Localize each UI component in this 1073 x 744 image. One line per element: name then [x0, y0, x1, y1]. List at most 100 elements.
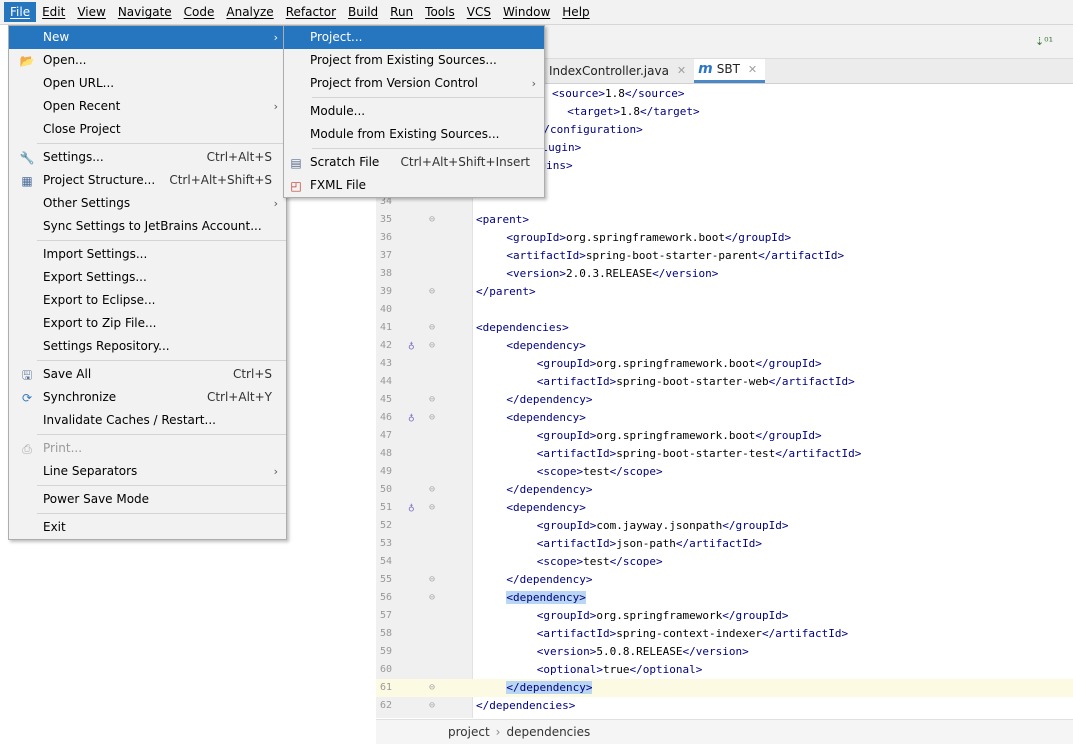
menu-item-exit[interactable]: Exit [9, 516, 286, 539]
folder-icon: 📂 [19, 54, 35, 68]
line-number: 41 [380, 322, 393, 333]
menu-item-line-separators[interactable]: Line Separators › [9, 460, 286, 483]
menu-refactor[interactable]: Refactor [280, 2, 342, 22]
menu-item-module-from-existing-sources[interactable]: Module from Existing Sources... [284, 123, 544, 146]
line-number: 39 [380, 286, 393, 297]
code-text: </parent> [476, 285, 536, 298]
menu-item-fxml-file[interactable]: ◰ FXML File [284, 174, 544, 197]
menu-separator [312, 97, 544, 98]
menu-item-other-settings[interactable]: Other Settings › [9, 192, 286, 215]
line-number: 49 [380, 466, 393, 477]
menu-item-open-recent[interactable]: Open Recent › [9, 95, 286, 118]
maven-icon: m [698, 61, 713, 77]
menu-item-settings[interactable]: 🔧 Settings... Ctrl+Alt+S [9, 146, 286, 169]
menu-separator [37, 360, 286, 361]
menu-code[interactable]: Code [178, 2, 221, 22]
menu-item-synchronize[interactable]: ⟳ Synchronize Ctrl+Alt+Y [9, 386, 286, 409]
menu-item-open[interactable]: 📂 Open... [9, 49, 286, 72]
code-text: <dependency> [506, 339, 586, 352]
code-line: 61 ⊖ </dependency> [376, 679, 1073, 697]
menu-item-new[interactable]: New › [9, 26, 286, 49]
code-line: 55 ⊖ </dependency> [376, 571, 1073, 589]
fold-icon[interactable]: ⊖ [429, 409, 435, 427]
menu-file[interactable]: File [4, 2, 37, 22]
line-number: 60 [380, 664, 393, 675]
menu-item-project-structure[interactable]: ▦ Project Structure... Ctrl+Alt+Shift+S [9, 169, 286, 192]
menu-item-open-url[interactable]: Open URL... [9, 72, 286, 95]
menu-help[interactable]: Help [556, 2, 595, 22]
menu-item-label: Save All [43, 367, 92, 381]
menu-item-label: Export to Eclipse... [43, 293, 156, 307]
menu-item-settings-repository[interactable]: Settings Repository... [9, 335, 286, 358]
menu-item-module[interactable]: Module... [284, 100, 544, 123]
line-number: 59 [380, 646, 393, 657]
fold-icon[interactable]: ⊖ [429, 481, 435, 499]
menu-navigate[interactable]: Navigate [112, 2, 178, 22]
line-number: 44 [380, 376, 393, 387]
menu-tools[interactable]: Tools [419, 2, 461, 22]
chevron-right-icon: › [273, 465, 278, 478]
menu-window[interactable]: Window [497, 2, 556, 22]
menu-view[interactable]: View [71, 2, 111, 22]
code-text: </dependency> [506, 483, 593, 496]
menu-shortcut: Ctrl+Alt+Y [206, 390, 272, 404]
menu-item-export-to-zip-file[interactable]: Export to Zip File... [9, 312, 286, 335]
code-text: </dependency> [506, 573, 593, 586]
menu-item-project[interactable]: Project... [284, 26, 544, 49]
menu-item-export-settings[interactable]: Export Settings... [9, 266, 286, 289]
menu-item-invalidate-caches-restart[interactable]: Invalidate Caches / Restart... [9, 409, 286, 432]
code-line: 53 <artifactId>json-path</artifactId> [376, 535, 1073, 553]
menu-item-label: Scratch File [310, 155, 380, 169]
menu-bar: File Edit View Navigate Code Analyze Refactor B… [0, 0, 1073, 25]
menu-item-label: Project from Existing Sources... [310, 53, 497, 67]
menu-item-sync-settings-to-jetbrains-account[interactable]: Sync Settings to JetBrains Account... [9, 215, 286, 238]
fold-icon[interactable]: ⊖ [429, 211, 435, 229]
dependency-gutter-icon[interactable]: ♁ [408, 499, 415, 517]
menu-item-save-all[interactable]: 🖫 Save All Ctrl+S [9, 363, 286, 386]
sort-icon[interactable]: ⇣⁰¹ [1035, 35, 1053, 48]
fold-icon[interactable]: ⊖ [429, 283, 435, 301]
code-text: <scope>test</scope> [536, 465, 663, 478]
menu-item-import-settings[interactable]: Import Settings... [9, 243, 286, 266]
fold-icon[interactable]: ⊖ [429, 697, 435, 715]
code-line: 43 <groupId>org.springframework.boot</gro… [376, 355, 1073, 373]
dependency-gutter-icon[interactable]: ♁ [408, 409, 415, 427]
menu-item-export-to-eclipse[interactable]: Export to Eclipse... [9, 289, 286, 312]
code-line: 50 ⊖ </dependency> [376, 481, 1073, 499]
menu-item-label: Project Structure... [43, 173, 156, 187]
menu-run[interactable]: Run [384, 2, 419, 22]
code-line: 39 ⊖ </parent> [376, 283, 1073, 301]
breadcrumb-item-dependencies[interactable]: dependencies [506, 725, 590, 739]
tab-indexcontroller-java[interactable]: IndexController.java ✕ [545, 59, 694, 83]
toolbar: ⇣⁰¹ [545, 25, 1073, 59]
fold-icon[interactable]: ⊖ [429, 337, 435, 355]
fold-icon[interactable]: ⊖ [429, 571, 435, 589]
fold-icon[interactable]: ⊖ [429, 499, 435, 517]
menu-item-scratch-file[interactable]: ▤ Scratch File Ctrl+Alt+Shift+Insert [284, 151, 544, 174]
fold-icon[interactable]: ⊖ [429, 679, 435, 697]
code-line: 35 ⊖ <parent> [376, 211, 1073, 229]
menu-edit[interactable]: Edit [36, 2, 71, 22]
fold-icon[interactable]: ⊖ [429, 589, 435, 607]
menu-item-project-from-version-control[interactable]: Project from Version Control › [284, 72, 544, 95]
menu-item-power-save-mode[interactable]: Power Save Mode [9, 488, 286, 511]
close-icon[interactable]: ✕ [677, 59, 686, 83]
menu-vcs[interactable]: VCS [461, 2, 497, 22]
menu-analyze[interactable]: Analyze [220, 2, 279, 22]
line-number: 42 [380, 340, 393, 351]
close-icon[interactable]: ✕ [748, 59, 757, 80]
fold-icon[interactable]: ⊖ [429, 319, 435, 337]
menu-separator [37, 240, 286, 241]
tab-sbt[interactable]: m SBT ✕ [694, 59, 766, 83]
code-line: 38 <version>2.0.3.RELEASE</version> [376, 265, 1073, 283]
breadcrumb-item-project[interactable]: project [448, 725, 490, 739]
dependency-gutter-icon[interactable]: ♁ [408, 337, 415, 355]
code-line: 56 ⊖ <dependency> [376, 589, 1073, 607]
menu-build[interactable]: Build [342, 2, 384, 22]
code-text: <groupId>org.springframework.boot</group… [536, 429, 822, 442]
menu-item-project-from-existing-sources[interactable]: Project from Existing Sources... [284, 49, 544, 72]
fold-icon[interactable]: ⊖ [429, 391, 435, 409]
line-number: 47 [380, 430, 393, 441]
code-text: <optional>true</optional> [536, 663, 703, 676]
menu-item-close-project[interactable]: Close Project [9, 118, 286, 141]
